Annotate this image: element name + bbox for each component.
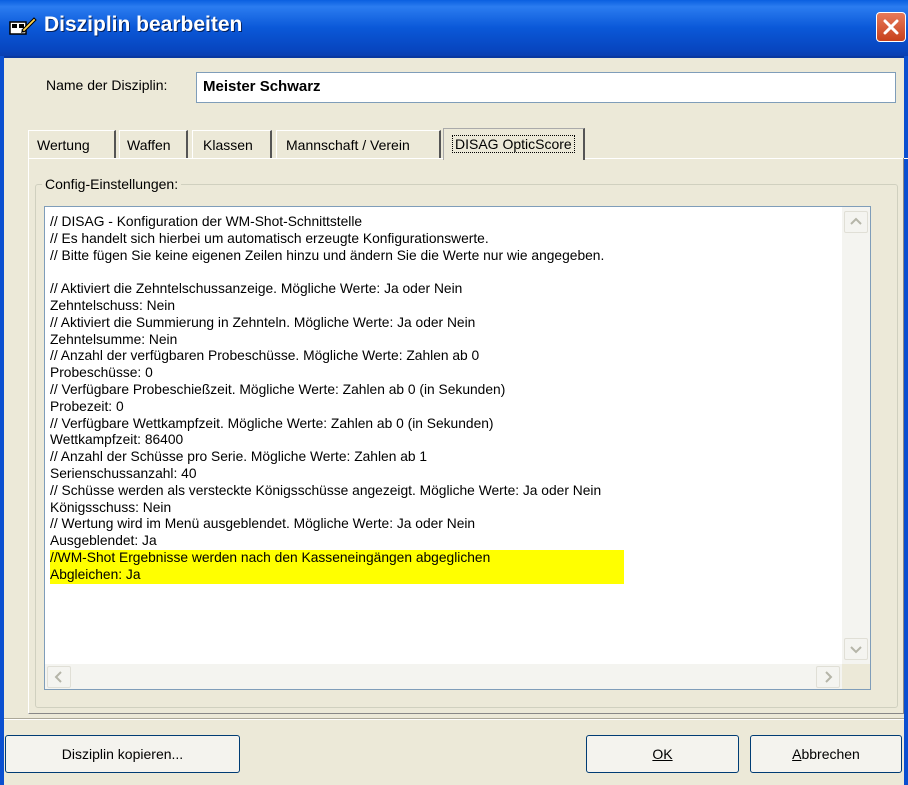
tab-wertung[interactable]: Wertung — [28, 130, 116, 158]
copy-button-label: Disziplin kopieren... — [61, 746, 184, 762]
tab-label: Wertung — [37, 137, 90, 153]
config-memo[interactable]: // DISAG - Konfiguration der WM-Shot-Sch… — [44, 206, 871, 690]
highlighted-config-text: Abgleichen: Ja — [50, 566, 624, 584]
config-line: // Aktiviert die Zehntelschussanzeige. M… — [50, 281, 463, 297]
scrollbar-corner — [842, 664, 870, 689]
horizontal-scrollbar[interactable] — [45, 664, 842, 689]
close-button[interactable] — [876, 12, 906, 42]
config-line: Wettkampfzeit: 86400 — [50, 432, 184, 448]
config-line: Abgleichen: Ja — [50, 566, 624, 584]
tab-label: Mannschaft / Verein — [286, 137, 410, 153]
scroll-right-arrow-icon — [825, 671, 833, 683]
copy-discipline-button[interactable]: Disziplin kopieren... — [5, 735, 240, 773]
tab-disag-opticscore[interactable]: DISAG OpticScore — [443, 128, 585, 160]
name-label: Name der Disziplin: — [46, 77, 168, 93]
config-line: Serienschussanzahl: 40 — [50, 465, 197, 481]
scroll-right-button[interactable] — [816, 666, 840, 688]
config-line: Ausgeblendet: Ja — [50, 533, 157, 549]
ok-button-label: OK — [652, 746, 673, 762]
vertical-scrollbar[interactable] — [842, 207, 870, 664]
config-line: // DISAG - Konfiguration der WM-Shot-Sch… — [50, 214, 363, 229]
config-line: Königsschuss: Nein — [50, 499, 172, 515]
cancel-button[interactable]: Abbrechen — [750, 735, 902, 773]
tab-label: Waffen — [127, 137, 171, 153]
config-line: // Es handelt sich hierbei um automatisc… — [50, 230, 489, 246]
tab-mannschaft-verein[interactable]: Mannschaft / Verein — [276, 130, 441, 158]
scroll-up-button[interactable] — [844, 211, 868, 233]
scroll-down-arrow-icon — [850, 646, 862, 654]
edit-discipline-icon — [8, 14, 38, 38]
config-line: // Wertung wird im Menü ausgeblendet. Mö… — [50, 516, 476, 532]
window-title: Disziplin bearbeiten — [44, 13, 243, 36]
config-line: // Anzahl der Schüsse pro Serie. Möglich… — [50, 449, 428, 465]
cancel-button-label: Abbrechen — [792, 746, 860, 762]
cancel-button-label-rest: bbrechen — [801, 746, 860, 762]
scroll-up-arrow-icon — [850, 217, 862, 225]
config-line — [50, 264, 624, 281]
scroll-left-button[interactable] — [47, 666, 71, 688]
config-line: //WM-Shot Ergebnisse werden nach den Kas… — [50, 549, 624, 567]
config-line: Zehntelschuss: Nein — [50, 297, 176, 313]
tab-label: Klassen — [203, 137, 253, 153]
config-line: Probezeit: 0 — [50, 398, 124, 414]
highlighted-config-text: //WM-Shot Ergebnisse werden nach den Kas… — [50, 549, 624, 567]
window-frame-left — [0, 56, 4, 785]
config-line: // Verfügbare Probeschießzeit. Mögliche … — [50, 381, 506, 397]
config-line: // Schüsse werden als versteckte Königss… — [50, 482, 602, 498]
config-line: // Bitte fügen Sie keine eigenen Zeilen … — [50, 247, 605, 263]
scroll-down-button[interactable] — [844, 638, 868, 660]
config-line: Probeschüsse: 0 — [50, 365, 153, 381]
config-line: // Aktiviert die Summierung in Zehnteln.… — [50, 314, 476, 330]
config-line: // Verfügbare Wettkampfzeit. Mögliche We… — [50, 415, 494, 431]
close-icon — [883, 19, 899, 35]
tab-klassen[interactable]: Klassen — [192, 130, 272, 158]
config-group-label: Config-Einstellungen: — [42, 176, 182, 192]
config-line: Zehntelsumme: Nein — [50, 331, 178, 347]
scroll-left-arrow-icon — [54, 671, 62, 683]
config-text-lines: // DISAG - Konfiguration der WM-Shot-Sch… — [50, 214, 624, 584]
bottom-separator — [4, 718, 904, 720]
discipline-name-input[interactable]: Meister Schwarz — [196, 72, 896, 103]
window-frame-right — [904, 56, 908, 785]
config-line: // Anzahl der verfügbaren Probeschüsse. … — [50, 348, 480, 364]
ok-button[interactable]: OK — [586, 735, 739, 773]
tab-waffen[interactable]: Waffen — [119, 130, 188, 158]
tab-label: DISAG OpticScore — [452, 135, 575, 153]
